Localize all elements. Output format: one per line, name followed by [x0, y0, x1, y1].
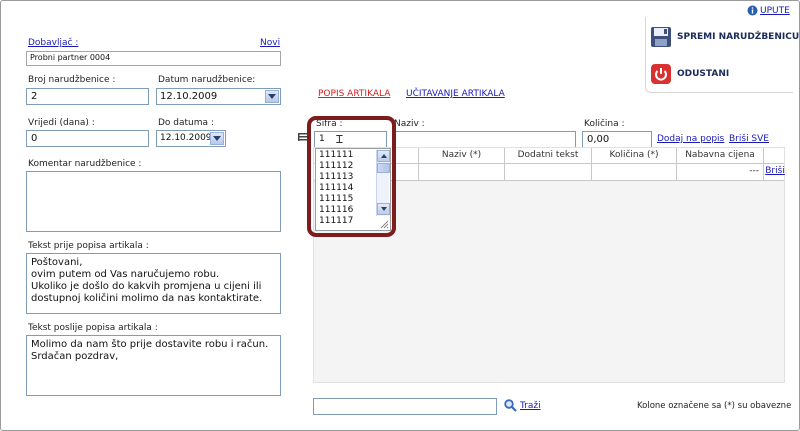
column-header-quantity[interactable]: Količina (*)	[591, 148, 676, 163]
column-header-extra-text[interactable]: Dodatni tekst	[504, 148, 591, 163]
supplier-label[interactable]: Dobavljač :	[28, 38, 78, 48]
supplier-select-value: Probni partner 0004	[30, 53, 111, 62]
order-date-picker[interactable]: 12.10.2009	[156, 88, 281, 105]
scroll-thumb[interactable]	[377, 163, 390, 173]
add-to-list-link[interactable]: Dodaj na popis	[657, 134, 724, 144]
power-icon	[650, 63, 672, 85]
valid-days-value: 0	[31, 133, 38, 144]
text-after-label: Tekst poslije popisa artikala :	[28, 323, 158, 333]
until-date-picker[interactable]: 12.10.2009	[156, 130, 226, 147]
order-number-value: 2	[31, 91, 38, 102]
quantity-label: Količina :	[584, 119, 625, 129]
cancel-label: ODUSTANI	[677, 69, 730, 79]
tab-article-list[interactable]: POPIS ARTIKALA	[318, 89, 390, 99]
column-header-actions	[763, 148, 786, 163]
name-input[interactable]	[392, 131, 576, 148]
text-before-textarea[interactable]: Poštovani, ovim putem od Vas naručujemo …	[26, 253, 281, 314]
save-order-label: SPREMI NARUDŽBENICU	[677, 32, 800, 42]
delete-all-link[interactable]: Briši SVE	[729, 134, 769, 144]
save-order-button[interactable]: SPREMI NARUDŽBENICU	[650, 26, 799, 48]
required-columns-note: Kolone označene sa (*) su obavezne	[637, 401, 792, 411]
chevron-down-icon[interactable]	[265, 90, 279, 103]
cell-quantity	[591, 164, 676, 180]
chevron-down-icon[interactable]	[210, 132, 224, 145]
until-date-value: 12.10.2009	[160, 133, 212, 143]
scroll-down-icon[interactable]	[377, 203, 390, 215]
comment-label: Komentar narudžbenice :	[28, 159, 142, 169]
order-number-label: Broj narudžbenice :	[28, 75, 116, 85]
valid-days-input[interactable]: 0	[26, 130, 149, 147]
dropdown-scrollbar[interactable]	[376, 150, 390, 216]
quantity-input-value: 0,00	[587, 134, 610, 145]
until-date-label: Do datuma :	[158, 118, 214, 128]
comment-textarea[interactable]	[26, 171, 281, 232]
scroll-up-icon[interactable]	[377, 150, 390, 162]
info-icon	[747, 5, 758, 16]
floppy-disk-icon	[650, 26, 672, 48]
quantity-input[interactable]: 0,00	[582, 131, 652, 148]
new-supplier-link[interactable]: Novi	[260, 38, 280, 48]
help-link-label[interactable]: UPUTE	[760, 6, 790, 16]
cell-name	[418, 164, 504, 180]
text-before-label: Tekst prije popisa artikala :	[28, 241, 149, 251]
list-icon[interactable]	[298, 132, 309, 146]
code-input-value: 1	[319, 134, 325, 144]
search-button[interactable]: Traži	[504, 399, 541, 412]
cell-actions: Briši	[763, 164, 786, 180]
search-link[interactable]: Traži	[520, 401, 541, 411]
cancel-button[interactable]: ODUSTANI	[650, 63, 729, 85]
cell-purchase-price: ---	[676, 164, 763, 180]
order-date-label: Datum narudžbenice:	[158, 75, 256, 85]
tab-article-import[interactable]: UČITAVANJE ARTIKALA	[406, 89, 505, 99]
supplier-select[interactable]: Probni partner 0004	[26, 51, 281, 66]
code-input[interactable]: 1 Ꮖ	[314, 131, 387, 148]
magnifier-icon	[504, 399, 517, 412]
text-cursor-icon: Ꮖ	[336, 133, 344, 146]
search-input[interactable]	[313, 398, 497, 415]
code-label: Šifra :	[316, 119, 343, 129]
column-header-name[interactable]: Naziv (*)	[418, 148, 504, 163]
column-header-purchase-price[interactable]: Nabavna cijena	[676, 148, 763, 163]
valid-days-label: Vrijedi (dana) :	[28, 118, 95, 128]
cell-extra-text	[504, 164, 591, 180]
code-autocomplete-list: 111111 111112 111113 111114 111115 11111…	[315, 148, 391, 231]
order-date-value: 12.10.2009	[160, 91, 218, 102]
name-label: Naziv :	[394, 119, 425, 129]
help-link[interactable]: UPUTE	[747, 5, 790, 16]
order-number-input[interactable]: 2	[26, 88, 149, 105]
text-after-textarea[interactable]: Molimo da nam što prije dostavite robu i…	[26, 335, 281, 396]
row-delete-link[interactable]: Briši	[765, 166, 785, 176]
resize-grip-icon[interactable]	[379, 219, 389, 229]
